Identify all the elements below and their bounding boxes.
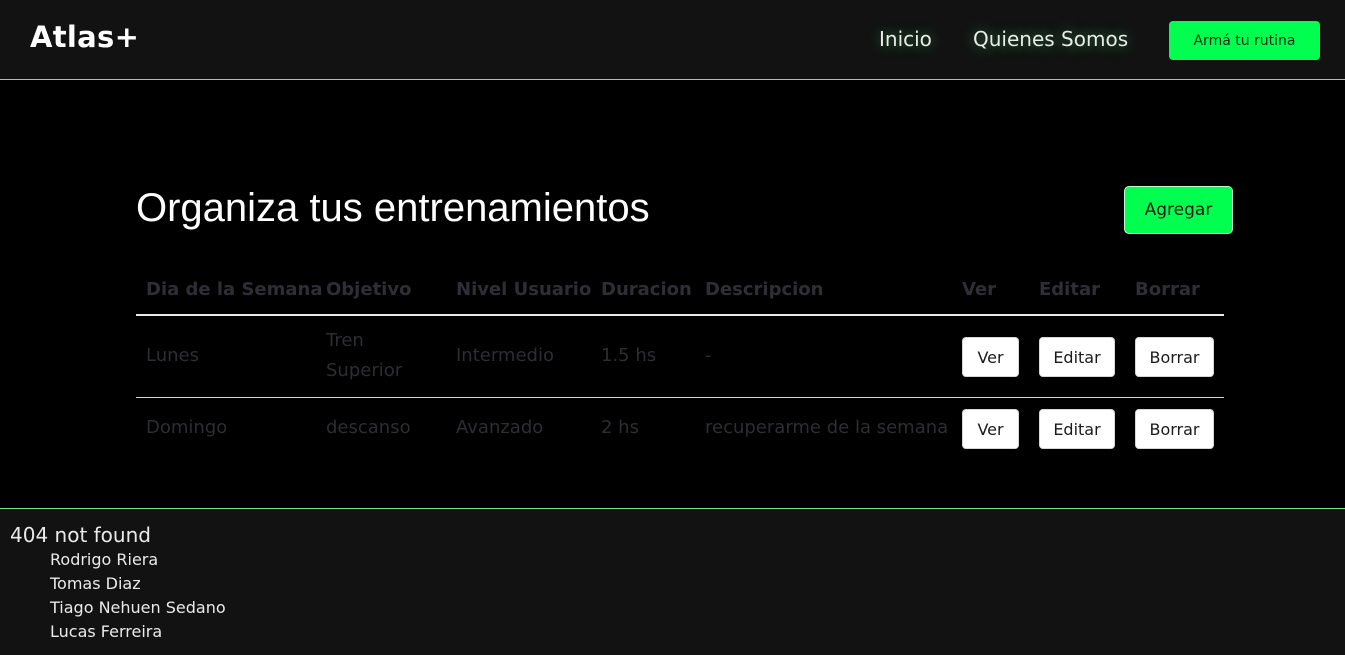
cell-dia: Domingo [146,417,228,438]
cell-objetivo-line2: Superior [326,360,403,381]
header-objetivo: Objetivo [326,279,412,300]
editar-button[interactable]: Editar [1039,337,1115,377]
table-header: Dia de la Semana Objetivo Nivel Usuario … [136,271,1224,316]
cell-descripcion: recuperarme de la semana [705,417,949,438]
cell-duracion: 1.5 hs [601,345,657,366]
footer: 404 not found Rodrigo Riera Tomas Diaz T… [0,508,1345,655]
header-editar: Editar [1039,279,1100,300]
navbar: Atlas+ Inicio Quienes Somos Armá tu ruti… [0,0,1345,80]
cell-objetivo: descanso [326,417,411,438]
cell-dia: Lunes [146,345,199,366]
author-name: Tiago Nehuen Sedano [50,598,226,617]
ver-button[interactable]: Ver [962,337,1019,377]
footer-title: 404 not found [10,523,151,547]
main-content: Organiza tus entrenamientos Agregar Dia … [0,81,1345,508]
header-descripcion: Descripcion [705,279,824,300]
author-name: Rodrigo Riera [50,550,159,569]
table-row: Lunes Tren Superior Intermedio 1.5 hs - … [136,316,1224,398]
header-nivel: Nivel Usuario [456,279,592,300]
author-name: Tomas Diaz [50,574,141,593]
workouts-table: Dia de la Semana Objetivo Nivel Usuario … [136,271,1224,460]
borrar-button[interactable]: Borrar [1135,337,1214,377]
cell-nivel: Avanzado [456,417,544,438]
author-name: Lucas Ferreira [50,622,163,641]
nav-link-quienes-somos[interactable]: Quienes Somos [973,27,1128,51]
table-row: Domingo descanso Avanzado 2 hs recuperar… [136,398,1224,460]
add-button[interactable]: Agregar [1124,186,1233,234]
nav-link-inicio[interactable]: Inicio [879,27,932,51]
page-title: Organiza tus entrenamientos [136,186,650,230]
editar-button[interactable]: Editar [1039,409,1115,449]
header-ver: Ver [962,279,997,300]
cell-objetivo: Tren Superior [326,326,402,386]
cell-descripcion: - [705,345,712,366]
ver-button[interactable]: Ver [962,409,1019,449]
header-dia: Dia de la Semana [146,279,323,300]
header-duracion: Duracion [601,279,692,300]
brand-logo[interactable]: Atlas+ [30,20,139,54]
arma-tu-rutina-button[interactable]: Armá tu rutina [1169,21,1320,60]
cell-objetivo-line1: Tren [326,330,364,351]
header-borrar: Borrar [1135,279,1200,300]
borrar-button[interactable]: Borrar [1135,409,1214,449]
cell-duracion: 2 hs [601,417,639,438]
cell-nivel: Intermedio [456,345,554,366]
